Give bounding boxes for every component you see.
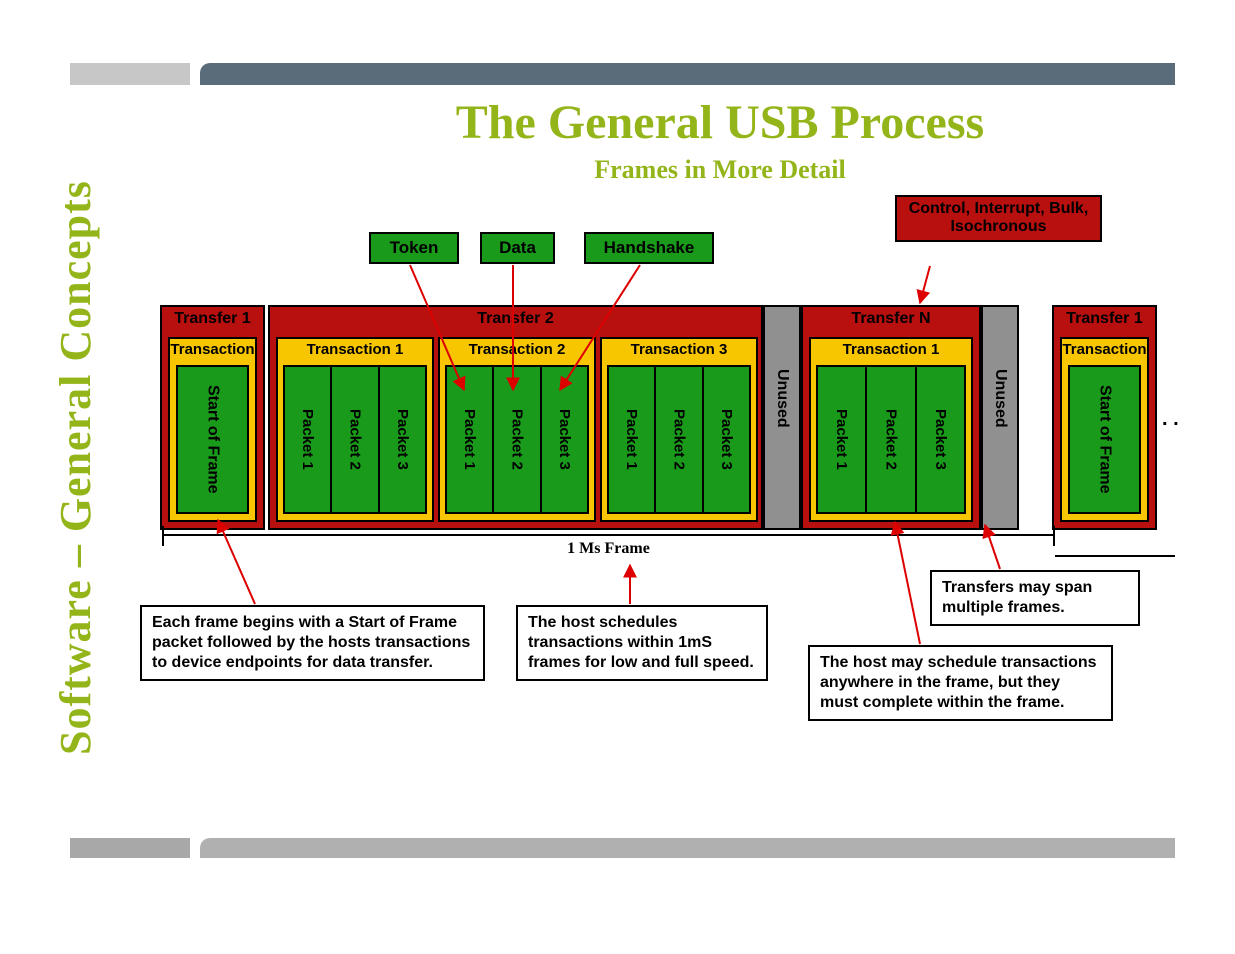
decor-bar-top-long [200,63,1175,85]
packet-1-label: Packet 1 [833,409,850,470]
unused-gap-2: Unused [981,305,1019,530]
sidebar-label: Software – General Concepts [50,135,101,755]
tx2-label: Transaction 2 [440,339,594,363]
legend-data: Data [480,232,555,264]
start-of-frame-text: Start of Frame [1096,385,1114,493]
packet-2-label: Packet 2 [670,409,687,470]
page-title: The General USB Process [270,95,1170,150]
packet-3-label: Packet 3 [718,409,735,470]
packet-1-label: Packet 1 [299,409,316,470]
transaction-sof-label: Transaction [170,339,255,363]
packet-2-label: Packet 2 [346,409,363,470]
packet: Packet 1 [816,365,867,514]
frame-duration-bracket [162,534,1055,536]
transfer-2-label: Transfer 2 [270,307,761,333]
page-subtitle: Frames in More Detail [270,155,1170,185]
tx1-packets: Packet 1 Packet 2 Packet 3 [284,365,426,514]
packet-1-label: Packet 1 [623,409,640,470]
packet-2-label: Packet 2 [508,409,525,470]
transfer-2-tx-2: Transaction 2 Packet 1 Packet 2 Packet 3 [438,337,596,522]
legend-token: Token [369,232,459,264]
unused-gap-1: Unused [763,305,801,530]
transfer-2-tx-3: Transaction 3 Packet 1 Packet 2 Packet 3 [600,337,758,522]
packet: Packet 3 [702,365,751,514]
packet: Packet 3 [915,365,966,514]
tx2-packets: Packet 1 Packet 2 Packet 3 [446,365,588,514]
tx3-label: Transaction 3 [602,339,756,363]
transaction-sof: Transaction Start of Frame [168,337,257,522]
callout-host-schedules: The host schedules transactions within 1… [516,605,768,681]
ellipsis-icon: . . [1162,408,1179,431]
packet: Packet 3 [378,365,427,514]
packet: Packet 1 [283,365,332,514]
packet: Packet 2 [330,365,379,514]
legend-transfer-types: Control, Interrupt, Bulk, Isochronous [895,195,1102,242]
transfer-2: Transfer 2 Transaction 1 Packet 1 Packet… [268,305,763,530]
legend-handshake: Handshake [584,232,714,264]
frame-diagram: Transfer 1 Transaction Start of Frame Tr… [160,305,1160,530]
callout-span-frames: Transfers may span multiple frames. [930,570,1140,626]
start-of-frame-packet-next: Start of Frame [1068,365,1141,514]
packet: Packet 2 [865,365,916,514]
decor-bar-bottom-short [70,838,190,858]
transfer-2-tx-1: Transaction 1 Packet 1 Packet 2 Packet 3 [276,337,434,522]
txn1-packets: Packet 1 Packet 2 Packet 3 [817,365,965,514]
transfer-1-label: Transfer 1 [162,307,263,333]
transaction-sof-next: Transaction Start of Frame [1060,337,1149,522]
packet: Packet 3 [540,365,589,514]
unused-label: Unused [773,369,791,428]
packet-1-label: Packet 1 [461,409,478,470]
packet-2-label: Packet 2 [882,409,899,470]
transfer-1: Transfer 1 Transaction Start of Frame [160,305,265,530]
transfer-1-next-frame: Transfer 1 Transaction Start of Frame [1052,305,1157,530]
callout-complete-within-frame: The host may schedule transactions anywh… [808,645,1113,721]
transfer-n-tx-1: Transaction 1 Packet 1 Packet 2 Packet 3 [809,337,973,522]
packet-3-label: Packet 3 [394,409,411,470]
packet: Packet 1 [607,365,656,514]
start-of-frame-text: Start of Frame [204,385,222,493]
transaction-sof-next-label: Transaction [1062,339,1147,363]
callout-start-of-frame: Each frame begins with a Start of Frame … [140,605,485,681]
decor-bar-top-short [70,63,190,85]
transfer-n: Transfer N Transaction 1 Packet 1 Packet… [801,305,981,530]
decor-bar-bottom-long [200,838,1175,858]
txn1-label: Transaction 1 [811,339,971,363]
frame-duration-label: 1 Ms Frame [162,540,1055,558]
packet-3-label: Packet 3 [556,409,573,470]
tx3-packets: Packet 1 Packet 2 Packet 3 [608,365,750,514]
transfer-n-label: Transfer N [803,307,979,333]
start-of-frame-packet: Start of Frame [176,365,249,514]
packet: Packet 2 [492,365,541,514]
tx1-label: Transaction 1 [278,339,432,363]
packet: Packet 2 [654,365,703,514]
ruler-extension [1055,555,1175,557]
packet-3-label: Packet 3 [932,409,949,470]
unused-label: Unused [991,369,1009,428]
transfer-1-next-label: Transfer 1 [1054,307,1155,333]
packet: Packet 1 [445,365,494,514]
